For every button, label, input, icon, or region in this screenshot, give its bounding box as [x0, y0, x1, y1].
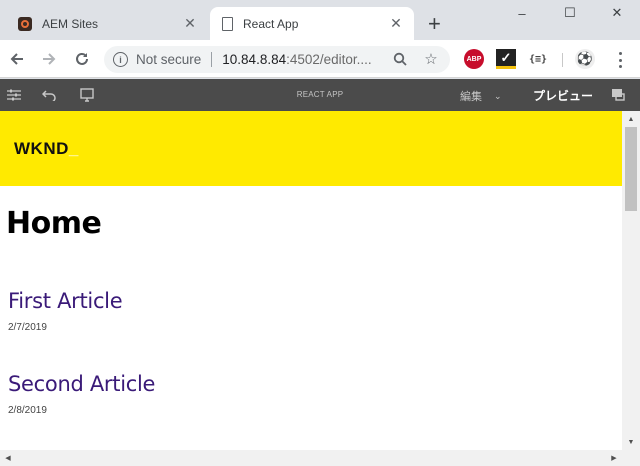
close-window-button[interactable]: ✕: [604, 4, 630, 22]
url-host: 10.84.8.84: [222, 52, 287, 67]
url-path: :4502/editor....: [286, 52, 372, 67]
aem-icon: [18, 16, 32, 31]
security-label: Not secure: [136, 52, 202, 67]
checkmark-extension-icon[interactable]: ✓: [496, 49, 516, 69]
horizontal-scrollbar[interactable]: ◀ ▶: [0, 450, 640, 466]
chevron-down-icon: ⌄: [494, 90, 502, 101]
page-icon: [222, 16, 233, 31]
article-title-link[interactable]: Second Article: [8, 372, 622, 396]
mode-label: 編集: [460, 91, 482, 103]
article-date: 2/8/2019: [8, 405, 47, 416]
page-viewport: WKND_ Home First Article 2/7/2019 Second…: [0, 111, 622, 450]
arrow-left-icon: [10, 53, 23, 65]
forward-button[interactable]: [38, 48, 60, 70]
json-viewer-icon[interactable]: {≡}: [528, 49, 548, 69]
minimize-button[interactable]: –: [509, 4, 535, 22]
tab-strip: AEM Sites ✕ React App ✕ + – ☐ ✕: [0, 0, 640, 40]
preview-button[interactable]: プレビュー: [533, 87, 593, 104]
vertical-scrollbar[interactable]: ▲ ▼: [622, 111, 640, 450]
article-date: 2/7/2019: [8, 322, 47, 333]
new-tab-button[interactable]: +: [428, 13, 441, 35]
browser-toolbar: i Not secure 10.84.8.84 :4502/editor....…: [0, 40, 640, 78]
browser-menu-button[interactable]: [612, 49, 628, 71]
scroll-down-icon[interactable]: ▼: [622, 435, 640, 449]
adblock-plus-icon[interactable]: ABP: [464, 49, 484, 69]
address-bar[interactable]: i Not secure 10.84.8.84 :4502/editor....…: [104, 46, 450, 73]
article-item[interactable]: First Article 2/7/2019: [8, 289, 622, 333]
zoom-icon[interactable]: [391, 50, 409, 68]
arrow-right-icon: [43, 53, 56, 65]
back-button[interactable]: [6, 48, 28, 70]
scroll-up-icon[interactable]: ▲: [622, 112, 640, 126]
soccer-ball-icon[interactable]: ⚽: [575, 49, 595, 69]
divider: [211, 52, 213, 67]
reload-button[interactable]: [71, 48, 93, 70]
site-logo[interactable]: WKND_: [14, 139, 79, 159]
reload-icon: [76, 52, 88, 65]
annotations-icon[interactable]: [610, 87, 626, 103]
info-icon[interactable]: i: [113, 52, 128, 67]
scroll-right-icon[interactable]: ▶: [606, 450, 622, 466]
mode-selector[interactable]: 編集 ⌄: [460, 88, 502, 104]
tab-title: AEM Sites: [42, 16, 99, 31]
tab-title: React App: [243, 16, 299, 31]
tab-react-app[interactable]: React App ✕: [210, 7, 414, 40]
scroll-thumb[interactable]: [625, 127, 637, 211]
article-title-link[interactable]: First Article: [8, 289, 622, 313]
article-item[interactable]: Second Article 2/8/2019: [8, 372, 622, 416]
tab-aem-sites[interactable]: AEM Sites ✕: [8, 7, 208, 40]
scroll-left-icon[interactable]: ◀: [0, 450, 16, 466]
close-icon[interactable]: ✕: [388, 15, 404, 32]
maximize-button[interactable]: ☐: [557, 4, 583, 22]
aem-editor-bar: REACT APP 編集 ⌄ プレビュー: [0, 79, 640, 111]
bookmark-star-icon[interactable]: ☆: [422, 50, 440, 68]
page-title: Home: [6, 206, 102, 241]
site-header: WKND_: [0, 111, 622, 186]
close-icon[interactable]: ✕: [182, 15, 198, 32]
divider: [562, 53, 563, 67]
